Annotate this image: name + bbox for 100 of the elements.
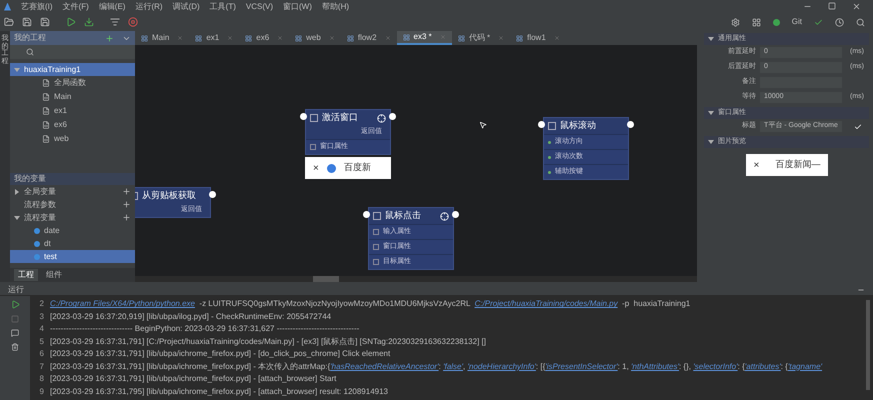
save-icon[interactable] bbox=[22, 17, 32, 27]
add-icon[interactable] bbox=[122, 187, 131, 196]
menu-item[interactable]: 文件(F) bbox=[62, 0, 89, 12]
output-port[interactable] bbox=[627, 121, 634, 128]
add-icon[interactable] bbox=[122, 213, 131, 222]
stop-icon[interactable] bbox=[128, 17, 138, 27]
line-number: 9 bbox=[38, 386, 44, 398]
panel-title: 我的工程 bbox=[14, 32, 46, 44]
tab-close-icon[interactable] bbox=[227, 35, 234, 41]
expand-arrow-icon[interactable] bbox=[708, 110, 714, 116]
tab-close-icon[interactable] bbox=[177, 35, 184, 41]
scrollbar-thumb[interactable] bbox=[866, 300, 870, 390]
node-icon bbox=[310, 114, 318, 122]
console-link[interactable]: 'isPresentInSelector' bbox=[545, 360, 618, 373]
add-icon[interactable] bbox=[105, 34, 114, 42]
expand-arrow-icon[interactable] bbox=[14, 214, 20, 220]
target-icon[interactable] bbox=[377, 114, 386, 122]
layout-icon[interactable] bbox=[752, 18, 761, 26]
expand-box-icon[interactable] bbox=[373, 259, 379, 265]
preview-title: 百度新闻— bbox=[775, 158, 820, 172]
expand-arrow-icon[interactable] bbox=[14, 188, 20, 194]
tab-close-icon[interactable] bbox=[498, 35, 504, 41]
variable-item[interactable]: date bbox=[10, 224, 135, 237]
editor-tab[interactable]: ex1 bbox=[189, 31, 240, 45]
menu-item[interactable]: 工具(T) bbox=[210, 0, 236, 12]
console-link[interactable]: C:/Project/huaxiaTraining/codes/Main.py bbox=[474, 298, 618, 310]
expand-box-icon[interactable] bbox=[310, 144, 316, 150]
tree-item[interactable]: web bbox=[10, 132, 135, 146]
output-port[interactable] bbox=[452, 211, 459, 218]
expand-box-icon[interactable] bbox=[373, 244, 379, 250]
input-port[interactable] bbox=[300, 113, 307, 120]
search-field[interactable] bbox=[10, 45, 135, 59]
tree-item[interactable]: ex1 bbox=[10, 104, 135, 118]
trash-icon[interactable] bbox=[11, 343, 19, 351]
history-icon[interactable] bbox=[835, 18, 844, 26]
settings-icon[interactable] bbox=[730, 18, 740, 26]
variable-group[interactable]: 流程变量 bbox=[10, 211, 135, 224]
expand-arrow-icon[interactable] bbox=[708, 139, 714, 145]
menu-item[interactable]: 帮助(H) bbox=[322, 0, 350, 12]
tree-item[interactable]: ex6 bbox=[10, 118, 135, 132]
tab-close-icon[interactable] bbox=[277, 35, 284, 41]
variable-group[interactable]: 全局变量 bbox=[10, 185, 135, 198]
menu-item[interactable]: 运行(R) bbox=[135, 0, 163, 12]
commit-check-icon[interactable] bbox=[814, 18, 823, 26]
scrollbar-thumb[interactable] bbox=[313, 276, 339, 282]
console-link[interactable]: 'nthAttributes' bbox=[631, 360, 679, 373]
tab-close-icon[interactable] bbox=[384, 35, 391, 41]
expand-arrow-icon[interactable] bbox=[14, 66, 20, 72]
tree-item[interactable]: Main bbox=[10, 90, 135, 104]
variable-item[interactable]: test bbox=[10, 250, 135, 263]
close-icon[interactable] bbox=[852, 2, 861, 11]
tree-item[interactable]: huaxiaTraining1 bbox=[10, 63, 135, 76]
panel-tab[interactable]: 工程 bbox=[14, 269, 38, 281]
run-icon[interactable] bbox=[10, 300, 20, 309]
open-folder-icon[interactable] bbox=[4, 17, 14, 27]
search-icon[interactable] bbox=[856, 18, 865, 26]
check-icon[interactable] bbox=[854, 122, 862, 130]
variable-item[interactable]: dt bbox=[10, 237, 135, 250]
console-link[interactable]: 'attributes' bbox=[744, 360, 781, 373]
message-icon[interactable] bbox=[11, 329, 19, 337]
console-link[interactable]: C:/Program Files/X64/Python/python.exe bbox=[50, 298, 195, 310]
tab-close-icon[interactable] bbox=[554, 35, 560, 41]
console-link[interactable]: 'tagname' bbox=[788, 360, 822, 373]
console-link[interactable]: 'false' bbox=[443, 360, 464, 373]
editor-tab[interactable]: flow2 bbox=[340, 31, 397, 45]
variable-group[interactable]: 流程参数 bbox=[10, 198, 135, 211]
menu-item[interactable]: 艺赛旗(I) bbox=[21, 0, 53, 12]
console-text: -p huaxiaTraining1 bbox=[621, 298, 690, 310]
panel-tab[interactable]: 组件 bbox=[42, 269, 66, 281]
expand-box-icon[interactable] bbox=[373, 229, 379, 235]
input-port[interactable] bbox=[363, 211, 370, 218]
maximize-icon[interactable] bbox=[828, 2, 836, 10]
output-port[interactable] bbox=[389, 113, 396, 120]
tab-close-icon[interactable] bbox=[328, 35, 335, 41]
download-icon[interactable] bbox=[84, 17, 94, 27]
expand-arrow-icon[interactable] bbox=[708, 36, 714, 42]
tree-item[interactable]: 全局函数 bbox=[10, 76, 135, 90]
editor-tab[interactable]: Main bbox=[135, 31, 190, 45]
console-link[interactable]: 'selectorInfo' bbox=[693, 360, 738, 373]
menu-item[interactable]: VCS(V) bbox=[246, 0, 274, 12]
add-icon[interactable] bbox=[122, 200, 131, 209]
console-text: [2023-03-29 16:37:31,791] [lib/ubpa/ichrome_firefox.pyd] - [do_click_pos_chrome] Click element bbox=[50, 348, 390, 360]
editor-tab[interactable]: ex6 bbox=[239, 31, 290, 45]
output-port[interactable] bbox=[209, 191, 216, 198]
save-as-icon[interactable] bbox=[40, 17, 50, 27]
editor-tab[interactable]: flow1 bbox=[510, 31, 566, 45]
git-label[interactable]: Git bbox=[792, 16, 802, 28]
list-icon[interactable] bbox=[110, 17, 120, 27]
target-icon[interactable] bbox=[440, 212, 449, 220]
editor-tab[interactable]: web bbox=[289, 31, 341, 45]
editor-tab[interactable]: ex3 * bbox=[396, 31, 452, 45]
menu-item[interactable]: 编辑(E) bbox=[98, 0, 126, 12]
run-icon[interactable] bbox=[66, 17, 76, 27]
console-link[interactable]: 'nodeHierarchyInfo' bbox=[467, 360, 536, 373]
menu-item[interactable]: 调试(D) bbox=[172, 0, 200, 12]
line-number: 2 bbox=[38, 298, 44, 310]
menu-item[interactable]: 窗口(W) bbox=[283, 0, 312, 12]
editor-tab[interactable]: 代码 * bbox=[452, 31, 510, 45]
console-link[interactable]: 'hasReachedRelativeAncestor' bbox=[330, 360, 439, 373]
input-port[interactable] bbox=[538, 121, 545, 128]
